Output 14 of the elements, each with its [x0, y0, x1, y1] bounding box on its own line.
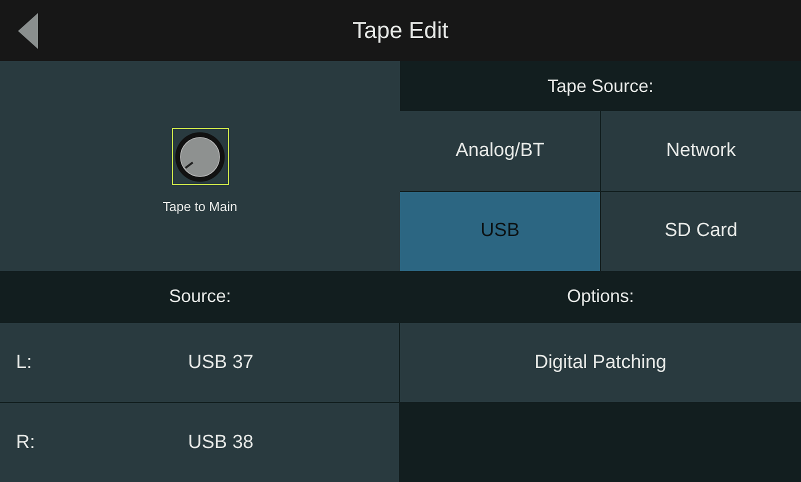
tape-to-main-knob[interactable]	[172, 128, 228, 185]
channel-label: L:	[15, 352, 33, 374]
screen-title: Tape Edit	[352, 17, 448, 44]
digital-patching-button[interactable]: Digital Patching	[400, 322, 801, 402]
source-option-button[interactable]: SD Card	[601, 192, 801, 271]
back-arrow-icon[interactable]	[18, 13, 38, 49]
source-row[interactable]: R: USB 38	[0, 402, 400, 482]
source-row[interactable]: L: USB 37	[0, 322, 400, 402]
source-value: USB 38	[188, 432, 254, 454]
source-option-button[interactable]: Analog/BT	[400, 111, 600, 190]
source-value: USB 37	[188, 352, 254, 374]
source-option-button[interactable]: Network	[601, 111, 801, 190]
knob-label: Tape to Main	[162, 199, 238, 214]
channel-label: R:	[15, 432, 36, 454]
